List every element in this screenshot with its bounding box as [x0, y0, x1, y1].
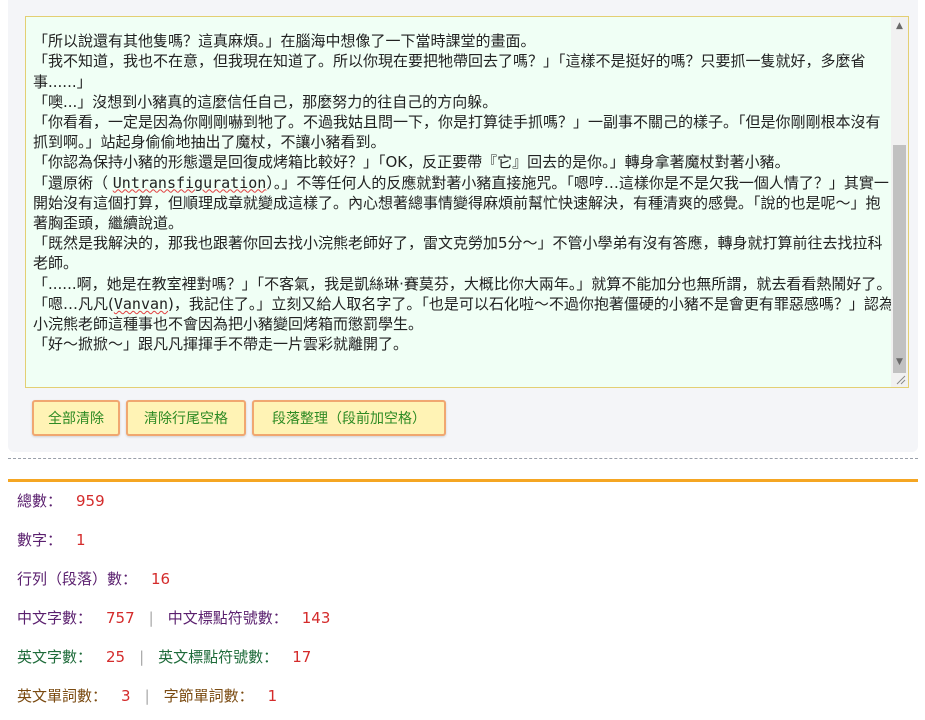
- stat-label: 中文標點符號數：: [167, 609, 288, 627]
- stat-label: 總數：: [17, 492, 63, 510]
- editor-panel: 「所以說還有其他隻嗎？這真麻煩。」在腦海中想像了一下當時課堂的畫面。 「我不知道…: [8, 0, 918, 452]
- stat-separator: |: [148, 608, 154, 627]
- stat-label: 英文單詞數：: [17, 687, 108, 705]
- scroll-up-arrow-icon[interactable]: ▲: [891, 17, 908, 34]
- text-line: 「所以說還有其他隻嗎？這真麻煩。」在腦海中想像了一下當時課堂的畫面。: [33, 32, 536, 51]
- stat-label: 行列（段落）數：: [17, 570, 138, 588]
- stat-lines: 行列（段落）數： 16: [17, 568, 170, 589]
- scroll-down-arrow-icon[interactable]: ▼: [891, 353, 908, 370]
- stat-digits: 數字： 1: [17, 529, 86, 550]
- text-line: 「好～掀掀～」跟凡凡揮揮手不帶走一片雲彩就離開了。: [33, 335, 409, 354]
- stats-panel: 總數： 959 數字： 1 行列（段落）數： 16 中文字數： 757 | 中文標點符號…: [8, 479, 918, 720]
- stat-total: 總數： 959: [17, 490, 105, 511]
- text-line: 「噢...」沒想到小豬真的這麼信任自己，那麼努力的往自己的方向躲。: [33, 92, 498, 111]
- stat-label: 中文字數：: [17, 609, 93, 627]
- section-divider: [8, 458, 918, 459]
- stat-label: 數字：: [17, 531, 63, 549]
- stat-separator: |: [139, 647, 145, 666]
- action-buttons: 全部清除 清除行尾空格 段落整理（段前加空格）: [32, 400, 446, 436]
- spellcheck-word: Untransfiguration: [112, 173, 267, 192]
- text-line: [33, 17, 895, 31]
- stat-value: 25: [106, 647, 126, 666]
- text-line: 「既然是我解決的，那我也跟著你回去找小浣熊老師好了，雷文克勞加5分～」不管小學弟…: [33, 234, 883, 273]
- scrollbar-thumb[interactable]: [893, 145, 906, 373]
- text-content[interactable]: 「所以說還有其他隻嗎？這真麻煩。」在腦海中想像了一下當時課堂的畫面。 「我不知道…: [33, 17, 895, 354]
- text-segment: 「嗯…凡凡(: [33, 294, 114, 313]
- text-line: 「......啊，她是在教室裡對嗎？」「不客氣，我是凱絲琳·賽莫芬，大概比你大兩…: [33, 274, 892, 293]
- text-segment: 「還原術（: [33, 173, 113, 192]
- stat-value: 1: [76, 530, 86, 549]
- text-line: 「我不知道，我也不在意，但我現在知道了。所以你現在要把牠帶回去了嗎？」「這樣不是…: [33, 52, 866, 91]
- stat-value: 1: [267, 686, 278, 705]
- clear-trailing-spaces-button[interactable]: 清除行尾空格: [126, 400, 246, 436]
- stat-value: 3: [121, 686, 131, 705]
- stat-value: 757: [106, 608, 135, 627]
- stat-label: 字節單詞數：: [163, 687, 254, 705]
- stat-words: 英文單詞數： 3 | 字節單詞數： 1: [17, 685, 277, 706]
- stat-value: 143: [301, 608, 331, 627]
- stat-label: 英文字數：: [17, 648, 93, 666]
- clear-all-button[interactable]: 全部清除: [32, 400, 120, 436]
- text-line: 「你看看，一定是因為你剛剛嚇到牠了。不過我姑且問一下，你是打算徒手抓嗎？」一副事…: [33, 113, 881, 152]
- stat-value: 16: [151, 569, 171, 588]
- resize-grip-icon[interactable]: [894, 373, 906, 385]
- text-line: 「嗯…凡凡(Vanvan)，我記住了。」立刻又給人取名字了。「也是可以石化啦～不…: [33, 294, 895, 334]
- stat-value: 959: [76, 491, 105, 510]
- text-line: 「你認為保持小豬的形態還是回復成烤箱比較好？」「OK，反正要帶『它』回去的是你。…: [33, 153, 790, 172]
- stat-label: 英文標點符號數：: [158, 648, 279, 666]
- spellcheck-word: Vanvan: [113, 294, 169, 313]
- vertical-scrollbar[interactable]: ▲ ▼: [891, 17, 908, 387]
- stat-separator: |: [144, 686, 150, 705]
- text-input-area[interactable]: 「所以說還有其他隻嗎？這真麻煩。」在腦海中想像了一下當時課堂的畫面。 「我不知道…: [25, 16, 909, 388]
- text-line: 「還原術（ Untransfiguration）。」不等任何人的反應就對著小豬直…: [33, 173, 895, 234]
- format-paragraph-button[interactable]: 段落整理（段前加空格）: [252, 400, 446, 436]
- stat-chinese: 中文字數： 757 | 中文標點符號數： 143: [17, 607, 330, 628]
- stat-english: 英文字數： 25 | 英文標點符號數： 17: [17, 646, 311, 667]
- stat-value: 17: [292, 647, 312, 666]
